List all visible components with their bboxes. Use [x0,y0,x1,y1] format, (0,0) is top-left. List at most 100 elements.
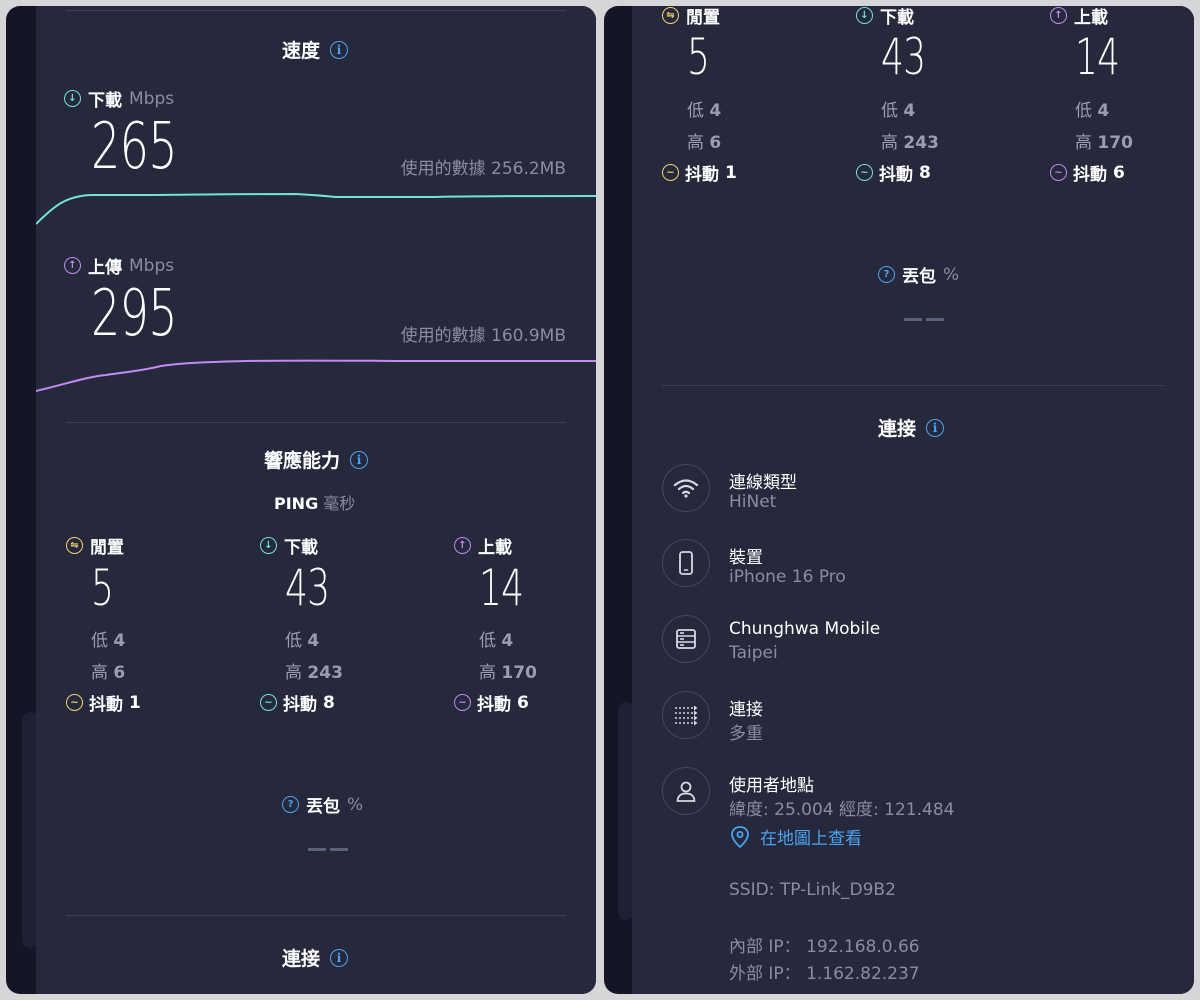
idle-low: 低 4 [91,631,126,651]
upload-arrow-icon: ↑ [454,537,471,554]
wifi-icon [662,464,710,512]
download-ping-value: 43 [285,559,330,617]
upload-label: 上傳 [88,258,122,278]
question-icon[interactable]: ? [282,796,299,813]
connection-title: 連接 [282,948,321,970]
download-low: 低 4 [285,631,320,651]
user-coordinates: 緯度: 25.004 經度: 121.484 [729,800,955,820]
idle-label: 閒置 [686,8,720,28]
right-panel: ⇋ 閒置 5 低 4 高 6 ~ 抖動 1 ↓ 下載 43 低 4 高 243 ~… [604,6,1194,994]
server-icon [662,615,710,663]
divider [66,915,566,916]
packet-loss-label-row: ? 丟包 % [282,792,363,817]
upload-ping-label-row: ↑ 上載 [454,533,512,558]
upload-ping-label: 上載 [1074,8,1108,28]
download-speed-graph [36,192,596,225]
idle-ping-value: 5 [91,559,114,617]
divider [66,10,566,11]
upload-jitter: ~ 抖動 6 [1050,160,1125,185]
connection-section-title: 連接 i [282,944,349,971]
upload-unit: Mbps [129,255,175,276]
jitter-icon: ~ [662,164,679,181]
download-unit: Mbps [129,88,175,109]
packet-loss-empty-dash [926,318,944,321]
jitter-icon: ~ [1050,164,1067,181]
download-high: 高 243 [881,133,939,153]
results-card: 速度 i ↓ 下載 Mbps 265 使用的數據 256.2MB ↑ 上傳 Mb… [36,6,596,994]
upload-arrow-icon: ↑ [64,257,81,274]
upload-speed-value: 295 [91,277,178,351]
upload-ping-value: 14 [1075,28,1120,86]
download-jitter: ~ 抖動 8 [856,160,931,185]
idle-label-row: ⇋ 閒置 [66,533,124,558]
packet-loss-unit: % [943,264,960,285]
upload-speed-graph [36,359,596,392]
upload-low: 低 4 [1075,101,1110,121]
speed-section-title: 速度 i [282,36,349,63]
idle-icon: ⇋ [662,7,679,24]
download-ping-label: 下載 [880,8,914,28]
server-title: Chunghwa Mobile [729,619,881,639]
packet-loss-unit: % [347,794,364,815]
internal-ip-text: 內部 IP： 192.168.0.66 [729,937,920,957]
jitter-icon: ~ [66,694,83,711]
idle-icon: ⇋ [66,537,83,554]
info-icon[interactable]: i [926,418,945,437]
download-label: 下載 [88,91,122,111]
packet-loss-empty-dash [330,848,348,851]
divider [66,422,566,423]
download-high: 高 243 [285,663,343,683]
idle-ping-value: 5 [687,28,710,86]
upload-arrow-icon: ↑ [1050,7,1067,24]
upload-high: 高 170 [1075,133,1133,153]
download-label-row: ↓ 下載 Mbps [64,86,174,111]
upload-speed-line [36,359,596,392]
download-arrow-icon: ↓ [260,537,277,554]
responsiveness-title: 響應能力 [264,450,341,472]
upload-label-row: ↑ 上傳 Mbps [64,253,174,278]
download-ping-label: 下載 [284,538,318,558]
speed-title: 速度 [282,40,321,62]
idle-jitter: ~ 抖動 1 [662,160,737,185]
results-card: ⇋ 閒置 5 低 4 高 6 ~ 抖動 1 ↓ 下載 43 低 4 高 243 ~… [632,6,1194,994]
download-ping-value: 43 [881,28,926,86]
idle-low: 低 4 [687,101,722,121]
upload-jitter: ~ 抖動 6 [454,690,529,715]
connection-type-value: HiNet [729,492,777,512]
upload-low: 低 4 [479,631,514,651]
jitter-icon: ~ [856,164,873,181]
idle-high: 高 6 [687,133,722,153]
download-speed-value: 265 [91,110,178,184]
upload-ping-value: 14 [479,559,524,617]
upload-ping-label: 上載 [478,538,512,558]
idle-label-row: ⇋ 閒置 [662,6,720,28]
connection-title: 連接 [878,418,917,440]
idle-high: 高 6 [91,663,126,683]
user-icon [662,767,710,815]
left-panel: 速度 i ↓ 下載 Mbps 265 使用的數據 256.2MB ↑ 上傳 Mb… [6,6,596,994]
external-ip-text: 外部 IP： 1.162.82.237 [729,964,920,984]
packet-loss-label: 丟包 [306,797,340,817]
idle-jitter: ~ 抖動 1 [66,690,141,715]
packet-loss-empty-dash [308,848,326,851]
device-title: 裝置 [729,548,763,568]
user-location-title: 使用者地點 [729,776,814,796]
device-value: iPhone 16 Pro [729,567,846,587]
jitter-icon: ~ [454,694,471,711]
multi-connection-icon [662,691,710,739]
connection-type-title: 連線類型 [729,473,797,493]
info-icon[interactable]: i [350,450,369,469]
info-icon[interactable]: i [330,40,349,59]
question-icon[interactable]: ? [878,266,895,283]
view-on-map-link[interactable]: 在地圖上查看 [730,824,862,849]
info-icon[interactable]: i [330,948,349,967]
upload-ping-label-row: ↑ 上載 [1050,6,1108,28]
server-location: Taipei [729,643,778,663]
upload-high: 高 170 [479,663,537,683]
download-arrow-icon: ↓ [64,90,81,107]
jitter-icon: ~ [260,694,277,711]
view-on-map-label: 在地圖上查看 [760,829,862,849]
upload-data-used: 使用的數據 160.9MB [400,326,566,346]
download-low: 低 4 [881,101,916,121]
download-ping-label-row: ↓ 下載 [856,6,914,28]
